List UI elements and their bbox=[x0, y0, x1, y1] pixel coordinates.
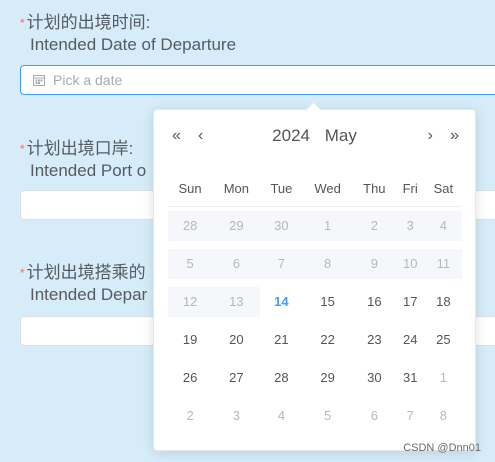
calendar-day-disabled: 5 bbox=[168, 245, 213, 283]
required-mark: * bbox=[20, 16, 25, 30]
calendar-week-row: 26 27 28 29 30 31 1 bbox=[168, 359, 462, 397]
departure-transport-label-cn: 计划出境搭乘的 bbox=[26, 263, 146, 282]
date-picker-header: « ‹ 2024 May › » bbox=[154, 124, 475, 148]
calendar-week-row: 2 3 4 5 6 7 8 bbox=[168, 397, 462, 435]
calendar-day-disabled: 12 bbox=[168, 283, 213, 321]
calendar-day-disabled: 29 bbox=[212, 207, 261, 246]
weekday-label: Sun bbox=[168, 170, 213, 207]
calendar-day[interactable]: 15 bbox=[302, 283, 353, 321]
calendar-day[interactable]: 16 bbox=[353, 283, 396, 321]
calendar-day[interactable]: 23 bbox=[353, 321, 396, 359]
calendar-day[interactable]: 30 bbox=[353, 359, 396, 397]
calendar-day[interactable]: 20 bbox=[212, 321, 260, 359]
calendar-day-next-month[interactable]: 3 bbox=[212, 397, 260, 435]
departure-date-input[interactable]: Pick a date bbox=[20, 65, 495, 95]
calendar-day-disabled: 9 bbox=[352, 245, 396, 283]
next-month-button[interactable]: › bbox=[428, 124, 433, 148]
departure-date-label: * 计划的出境时间: Intended Date of Departure bbox=[20, 12, 236, 56]
departure-port-label-cn: 计划出境口岸: bbox=[26, 139, 134, 158]
calendar-day-disabled: 4 bbox=[424, 207, 462, 246]
departure-transport-label: * 计划出境搭乘的 Intended Depar bbox=[20, 262, 147, 306]
watermark: CSDN @Dnn01 bbox=[403, 442, 481, 454]
calendar-week-row: 28 29 30 1 2 3 4 bbox=[168, 207, 462, 246]
weekday-header-row: Sun Mon Tue Wed Thu Fri Sat bbox=[168, 170, 462, 207]
departure-date-label-cn: 计划的出境时间: bbox=[26, 13, 151, 32]
month-label[interactable]: May bbox=[325, 126, 357, 145]
calendar-day-disabled: 8 bbox=[302, 245, 353, 283]
calendar-icon bbox=[33, 75, 45, 86]
calendar-day-next-month[interactable]: 1 bbox=[425, 359, 462, 397]
calendar-day-disabled: 6 bbox=[212, 245, 261, 283]
next-year-button[interactable]: » bbox=[450, 124, 459, 148]
weekday-label: Fri bbox=[395, 170, 425, 207]
departure-port-label: * 计划出境口岸: Intended Port o bbox=[20, 138, 146, 182]
required-mark: * bbox=[20, 142, 25, 156]
calendar-day-disabled: 28 bbox=[168, 207, 213, 246]
departure-port-label-en: Intended Port o bbox=[30, 161, 147, 180]
calendar-day-next-month[interactable]: 6 bbox=[353, 397, 396, 435]
calendar-day[interactable]: 19 bbox=[168, 321, 212, 359]
calendar-day-next-month[interactable]: 4 bbox=[260, 397, 302, 435]
calendar-grid: Sun Mon Tue Wed Thu Fri Sat 28 29 30 1 2… bbox=[168, 170, 462, 435]
calendar-day[interactable]: 17 bbox=[396, 283, 425, 321]
weekday-label: Sat bbox=[424, 170, 462, 207]
weekday-label: Wed bbox=[302, 170, 353, 207]
weekday-label: Tue bbox=[260, 170, 303, 207]
calendar-day[interactable]: 18 bbox=[425, 283, 462, 321]
calendar-week-row: 5 6 7 8 9 10 11 bbox=[168, 245, 462, 283]
calendar-week-row: 19 20 21 22 23 24 25 bbox=[168, 321, 462, 359]
calendar-day[interactable]: 22 bbox=[302, 321, 353, 359]
calendar-day[interactable]: 24 bbox=[396, 321, 425, 359]
calendar-day[interactable]: 21 bbox=[260, 321, 302, 359]
calendar-day-next-month[interactable]: 8 bbox=[425, 397, 462, 435]
calendar-day[interactable]: 27 bbox=[212, 359, 260, 397]
calendar-day-next-month[interactable]: 7 bbox=[396, 397, 425, 435]
calendar-day[interactable]: 29 bbox=[302, 359, 353, 397]
calendar-day-disabled: 10 bbox=[395, 245, 425, 283]
calendar-day-disabled: 30 bbox=[260, 207, 303, 246]
date-picker-panel: « ‹ 2024 May › » Sun Mon Tue Wed Thu Fri… bbox=[153, 109, 476, 451]
calendar-day-today[interactable]: 14 bbox=[260, 283, 302, 321]
weekday-label: Thu bbox=[352, 170, 396, 207]
calendar-day-next-month[interactable]: 5 bbox=[302, 397, 353, 435]
calendar-day[interactable]: 28 bbox=[260, 359, 302, 397]
calendar-day[interactable]: 25 bbox=[425, 321, 462, 359]
departure-date-label-en: Intended Date of Departure bbox=[30, 35, 237, 54]
calendar-day-disabled: 1 bbox=[302, 207, 353, 246]
calendar-day-disabled: 2 bbox=[352, 207, 396, 246]
calendar-day[interactable]: 26 bbox=[168, 359, 212, 397]
departure-transport-label-en: Intended Depar bbox=[30, 285, 148, 304]
calendar-day[interactable]: 31 bbox=[396, 359, 425, 397]
weekday-label: Mon bbox=[212, 170, 261, 207]
calendar-day-next-month[interactable]: 2 bbox=[168, 397, 212, 435]
required-mark: * bbox=[20, 266, 25, 280]
calendar-week-row: 12 13 14 15 16 17 18 bbox=[168, 283, 462, 321]
date-placeholder: Pick a date bbox=[53, 72, 123, 88]
calendar-day-disabled: 7 bbox=[260, 245, 303, 283]
calendar-day-disabled: 11 bbox=[424, 245, 462, 283]
year-label[interactable]: 2024 bbox=[272, 126, 310, 145]
calendar-day-disabled: 3 bbox=[395, 207, 425, 246]
calendar-day-disabled: 13 bbox=[212, 283, 261, 321]
